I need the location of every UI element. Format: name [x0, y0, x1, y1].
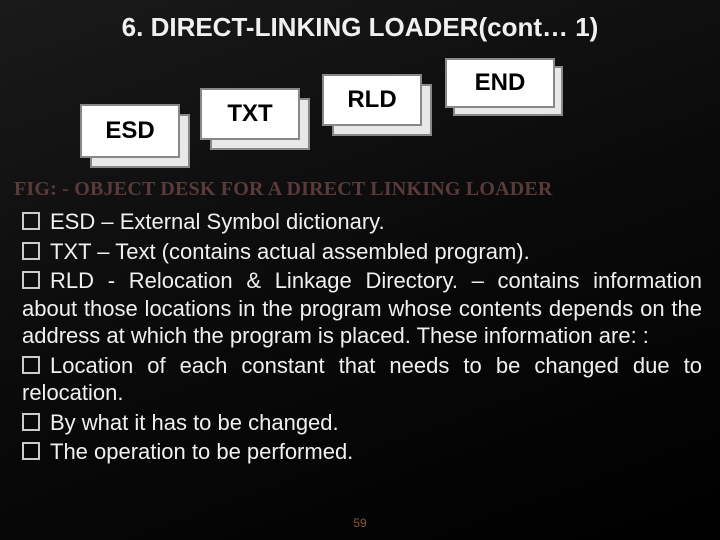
slide: 6. DIRECT-LINKING LOADER(cont… 1) END RL… [0, 0, 720, 540]
slide-title: 6. DIRECT-LINKING LOADER(cont… 1) [0, 12, 720, 43]
list-item: TXT – Text (contains actual assembled pr… [22, 238, 702, 266]
bullet-text: Location of each constant that needs to … [22, 353, 702, 406]
bullet-text: RLD - Relocation & Linkage Directory. – … [22, 268, 702, 348]
bullet-list: ESD – External Symbol dictionary. TXT – … [22, 208, 702, 468]
checkbox-icon [22, 242, 40, 260]
boxes-row: END RLD TXT ESD [50, 58, 670, 158]
list-item: Location of each constant that needs to … [22, 352, 702, 407]
bullet-text: The operation to be performed. [50, 439, 353, 464]
box-txt-label: TXT [200, 88, 300, 140]
checkbox-icon [22, 413, 40, 431]
list-item: By what it has to be changed. [22, 409, 702, 437]
bullet-text: ESD – External Symbol dictionary. [50, 209, 385, 234]
box-esd: ESD [80, 104, 180, 158]
checkbox-icon [22, 271, 40, 289]
box-txt: TXT [200, 88, 300, 140]
box-esd-label: ESD [80, 104, 180, 158]
checkbox-icon [22, 356, 40, 374]
page-number: 59 [0, 516, 720, 530]
box-end-label: END [445, 58, 555, 108]
bullet-text: By what it has to be changed. [50, 410, 339, 435]
list-item: ESD – External Symbol dictionary. [22, 208, 702, 236]
checkbox-icon [22, 442, 40, 460]
checkbox-icon [22, 212, 40, 230]
box-end: END [445, 58, 555, 108]
box-rld: RLD [322, 74, 422, 126]
bullet-text: TXT – Text (contains actual assembled pr… [50, 239, 530, 264]
list-item: RLD - Relocation & Linkage Directory. – … [22, 267, 702, 350]
figure-caption: FIG: - OBJECT DESK FOR A DIRECT LINKING … [14, 178, 553, 201]
list-item: The operation to be performed. [22, 438, 702, 466]
box-rld-label: RLD [322, 74, 422, 126]
